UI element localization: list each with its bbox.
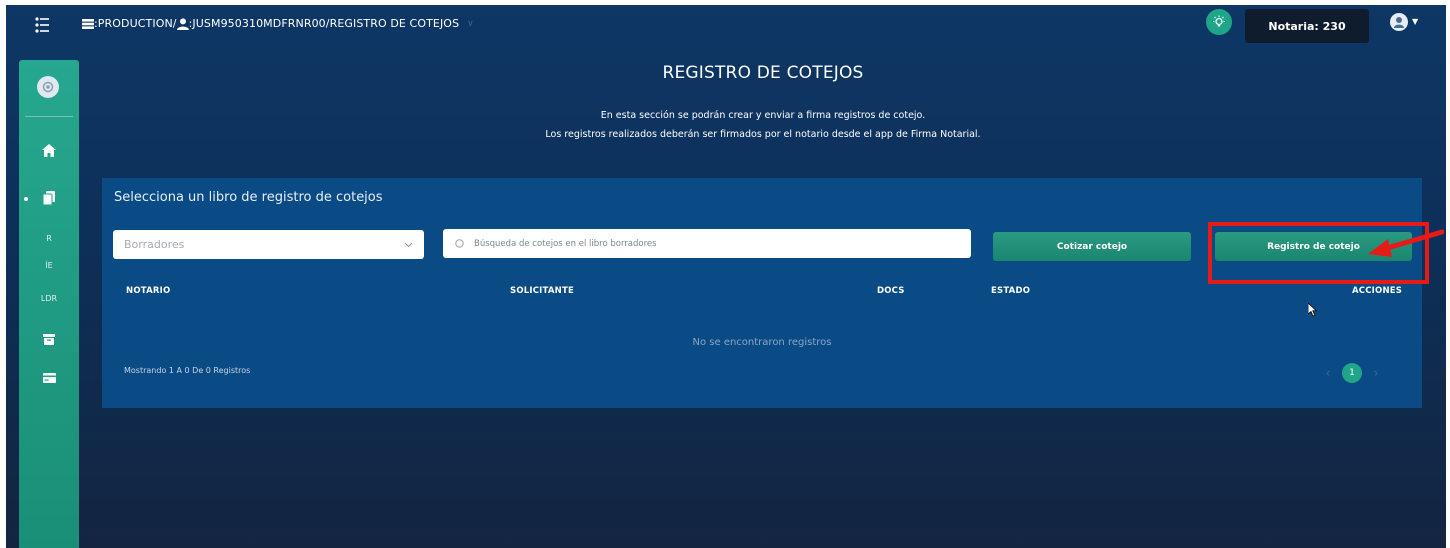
search-field[interactable] xyxy=(443,229,971,258)
breadcrumb: :PRODUCTION/ :JUSM950310MDFRNR00/REGISTR… xyxy=(82,17,474,30)
cotizar-cotejo-button[interactable]: Cotizar cotejo xyxy=(993,232,1191,261)
column-header-estado: ESTADO xyxy=(991,286,1031,296)
registry-card: Selecciona un libro de registro de cotej… xyxy=(102,178,1422,408)
lightbulb-icon xyxy=(1213,15,1225,27)
column-header-acciones: ACCIONES xyxy=(1352,286,1403,296)
sidebar-label-ldr[interactable]: LDR xyxy=(19,294,79,303)
book-select[interactable]: Borradores xyxy=(113,230,424,259)
page-title: REGISTRO DE COTEJOS xyxy=(662,63,864,83)
card-icon xyxy=(42,373,56,383)
theme-toggle-button[interactable] xyxy=(1206,9,1232,35)
chevron-down-icon[interactable]: ∨ xyxy=(467,19,474,29)
sidebar-label-ie[interactable]: ÍE xyxy=(19,261,79,270)
breadcrumb-environment: :PRODUCTION/ xyxy=(94,17,177,30)
page-description-line-1: En esta sección se podrán crear y enviar… xyxy=(600,110,926,121)
caret-down-icon[interactable]: ▼ xyxy=(1412,17,1418,26)
avatar[interactable] xyxy=(1390,13,1408,31)
mouse-cursor-icon xyxy=(1308,303,1318,317)
menu-toggle-icon[interactable] xyxy=(35,17,49,33)
column-header-docs: DOCS xyxy=(877,286,905,296)
user-icon xyxy=(176,17,189,30)
user-avatar-icon xyxy=(1394,17,1404,28)
empty-state-message: No se encontraron registros xyxy=(692,337,832,348)
prev-page-button[interactable]: ‹ xyxy=(1318,366,1338,380)
archive-icon xyxy=(43,334,55,345)
notaria-label: Notaria: 230 xyxy=(1268,19,1346,33)
sidebar-label-r[interactable]: R xyxy=(19,234,79,243)
page-button-current[interactable]: 1 xyxy=(1342,363,1362,383)
chevron-down-icon xyxy=(404,242,413,247)
top-bar: :PRODUCTION/ :JUSM950310MDFRNR00/REGISTR… xyxy=(6,5,1446,45)
page-description-line-2: Los registros realizados deberán ser fir… xyxy=(545,129,981,140)
column-header-notario: NOTARIO xyxy=(126,286,171,296)
annotation-arrow-icon xyxy=(1368,229,1444,257)
home-icon xyxy=(42,144,56,157)
card-title: Selecciona un libro de registro de cotej… xyxy=(114,190,383,205)
breadcrumb-user-path: :JUSM950310MDFRNR00/REGISTRO DE COTEJOS xyxy=(188,17,460,30)
search-icon xyxy=(455,239,464,248)
documents-icon xyxy=(43,191,55,205)
records-count: Mostrando 1 A 0 De 0 Registros xyxy=(124,366,251,375)
book-select-value: Borradores xyxy=(124,238,185,251)
server-icon xyxy=(82,18,94,29)
app-window: :PRODUCTION/ :JUSM950310MDFRNR00/REGISTR… xyxy=(6,5,1446,548)
pagination: ‹ 1 › xyxy=(1318,363,1386,383)
notaria-badge[interactable]: Notaria: 230 xyxy=(1245,9,1369,43)
sidebar-item-archive[interactable] xyxy=(19,334,79,345)
column-header-solicitante: SOLICITANTE xyxy=(510,286,574,296)
sidebar-item-documents[interactable] xyxy=(19,191,79,205)
sidebar-item-card[interactable] xyxy=(19,373,79,383)
next-page-button[interactable]: › xyxy=(1366,366,1386,380)
search-input[interactable] xyxy=(474,238,954,249)
sidebar-item-home[interactable] xyxy=(19,144,79,157)
